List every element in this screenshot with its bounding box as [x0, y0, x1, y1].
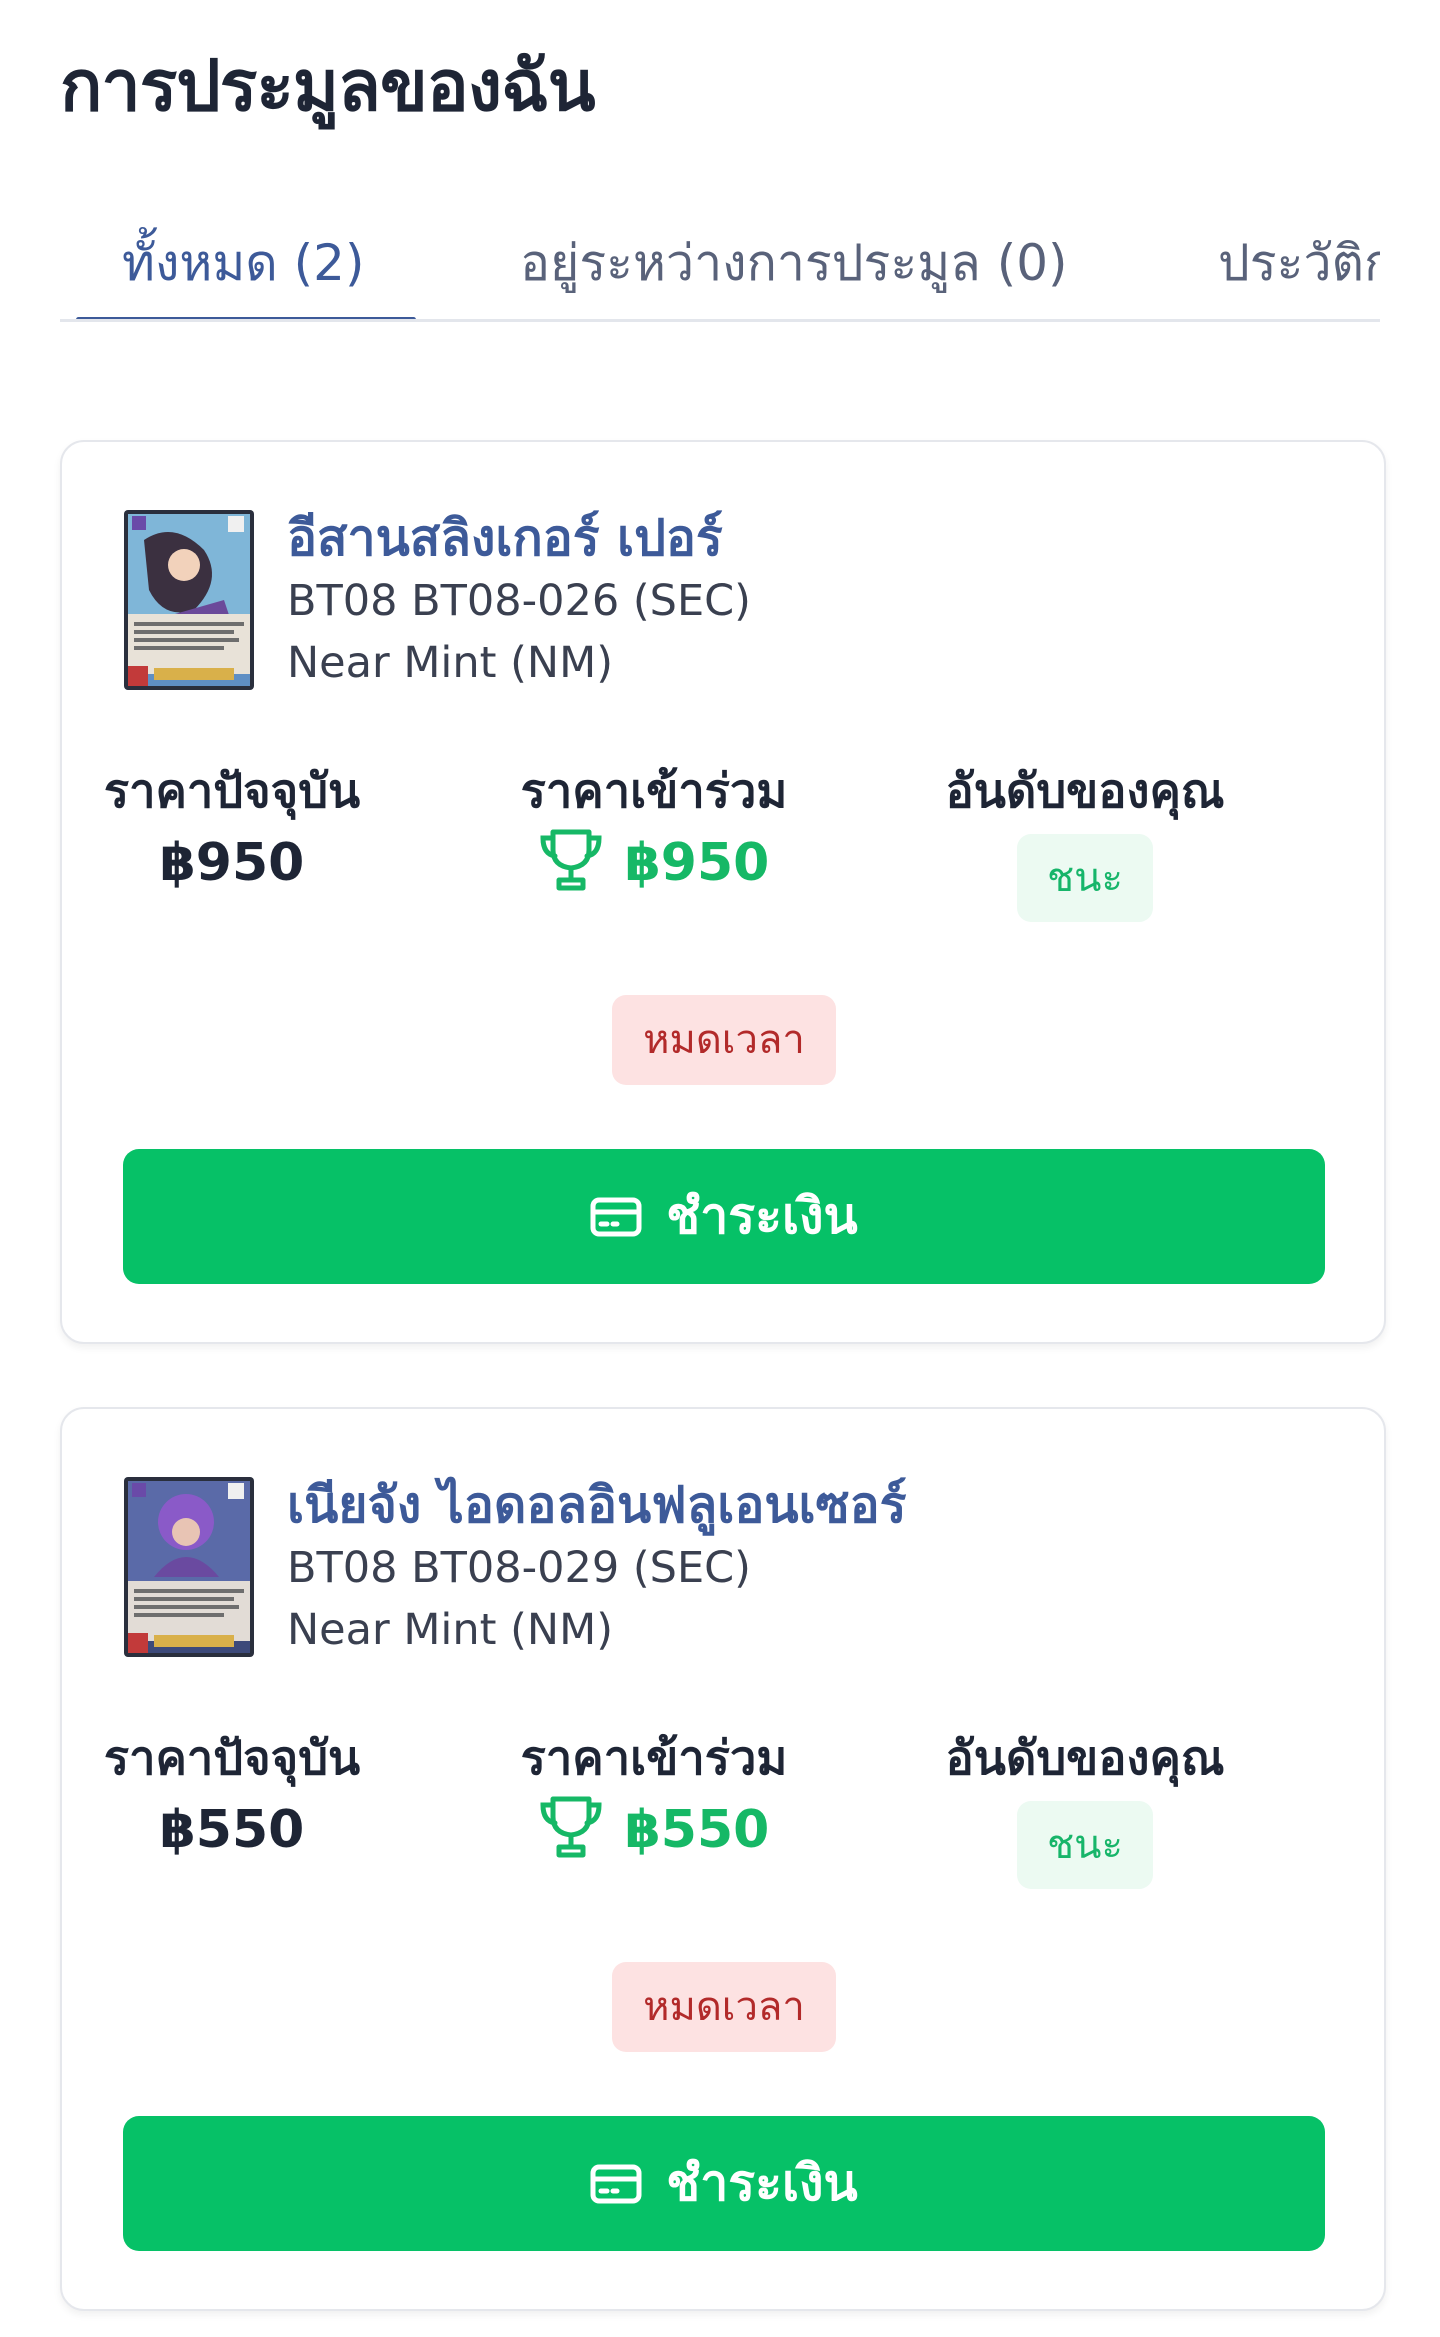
auction-card: เนียจัง ไอดอลอินฟลูเอนเซอร์ BT08 BT08-02…	[60, 1407, 1386, 2311]
rank-stat: อันดับของคุณ ชนะ	[875, 760, 1295, 922]
pay-button-label: ชำระเงิน	[666, 1188, 858, 1244]
card-code: BT08 BT08-029 (SEC)	[287, 1543, 751, 1593]
auction-tabs: ทั้งหมด (2) อยู่ระหว่างการประมูล (0) ประ…	[60, 200, 1380, 322]
bid-price-label: ราคาเข้าร่วม	[520, 1731, 788, 1786]
current-price-value: ฿950	[159, 833, 305, 893]
expired-badge: หมดเวลา	[612, 1962, 836, 2052]
pay-button[interactable]: ชำระเงิน	[123, 1149, 1325, 1284]
card-condition: Near Mint (NM)	[287, 1605, 613, 1655]
my-auctions-page: การประมูลของฉัน ทั้งหมด (2) อยู่ระหว่างก…	[0, 0, 1440, 2337]
current-price-label: ราคาปัจจุบัน	[103, 764, 361, 819]
credit-card-icon	[590, 2164, 642, 2203]
tab-history[interactable]: ประวัติก	[1218, 224, 1380, 303]
rank-label: อันดับของคุณ	[945, 1731, 1225, 1786]
card-image[interactable]	[124, 510, 254, 690]
trophy-icon	[540, 1796, 602, 1858]
credit-card-icon	[590, 1197, 642, 1236]
win-badge: ชนะ	[1017, 1801, 1153, 1889]
current-price-value: ฿550	[159, 1800, 305, 1860]
tab-all[interactable]: ทั้งหมด (2)	[122, 224, 364, 303]
card-image[interactable]	[124, 1477, 254, 1657]
card-info: เนียจัง ไอดอลอินฟลูเอนเซอร์ BT08 BT08-02…	[287, 1473, 1344, 1661]
bid-price-stat: ราคาเข้าร่วม ฿550	[444, 1727, 864, 1869]
bid-price-row: ฿950	[444, 824, 864, 902]
active-tab-indicator	[76, 317, 416, 319]
card-info: อีสานสลิงเกอร์ เปอร์ BT08 BT08-026 (SEC)…	[287, 506, 1344, 694]
win-badge: ชนะ	[1017, 834, 1153, 922]
rank-label: อันดับของคุณ	[945, 764, 1225, 819]
current-price-stat: ราคาปัจจุบัน ฿950	[22, 760, 442, 902]
auction-stats: ราคาปัจจุบัน ฿950 ราคาเข้าร่วม ฿950 อันด…	[62, 760, 1384, 922]
card-name[interactable]: อีสานสลิงเกอร์ เปอร์	[287, 506, 1344, 570]
bid-price-row: ฿550	[444, 1791, 864, 1869]
current-price-stat: ราคาปัจจุบัน ฿550	[22, 1727, 442, 1869]
card-code: BT08 BT08-026 (SEC)	[287, 576, 751, 626]
tab-in-progress[interactable]: อยู่ระหว่างการประมูล (0)	[520, 224, 1068, 303]
current-price-label: ราคาปัจจุบัน	[103, 1731, 361, 1786]
rank-stat: อันดับของคุณ ชนะ	[875, 1727, 1295, 1889]
auction-card: อีสานสลิงเกอร์ เปอร์ BT08 BT08-026 (SEC)…	[60, 440, 1386, 1344]
auction-stats: ราคาปัจจุบัน ฿550 ราคาเข้าร่วม ฿550 อันด…	[62, 1727, 1384, 1889]
card-name[interactable]: เนียจัง ไอดอลอินฟลูเอนเซอร์	[287, 1473, 1344, 1537]
pay-button[interactable]: ชำระเงิน	[123, 2116, 1325, 2251]
trophy-icon	[540, 829, 602, 891]
bid-price-stat: ราคาเข้าร่วม ฿950	[444, 760, 864, 902]
bid-price-value: ฿550	[624, 1800, 770, 1860]
bid-price-value: ฿950	[624, 833, 770, 893]
pay-button-label: ชำระเงิน	[666, 2155, 858, 2211]
expired-badge: หมดเวลา	[612, 995, 836, 1085]
card-condition: Near Mint (NM)	[287, 638, 613, 688]
page-title: การประมูลของฉัน	[60, 45, 596, 127]
bid-price-label: ราคาเข้าร่วม	[520, 764, 788, 819]
